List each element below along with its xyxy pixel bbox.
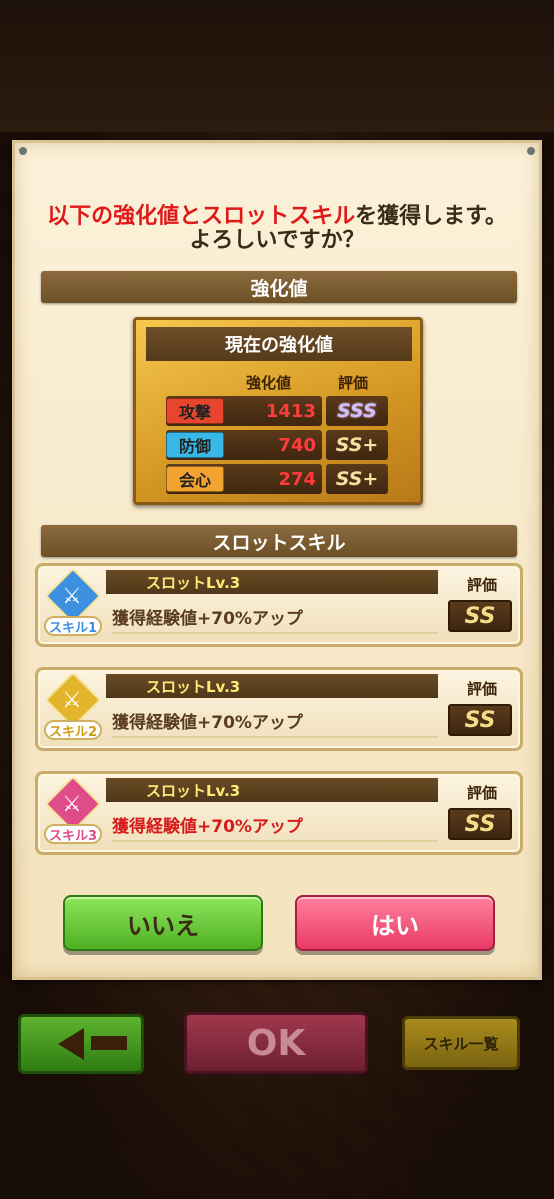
eval-label: 評価	[466, 576, 497, 594]
ok-button[interactable]: OK	[184, 1012, 368, 1074]
nail-icon	[19, 147, 27, 155]
col-label-grade: 評価	[338, 374, 369, 392]
confirm-question: 以下の強化値とスロットスキルを獲得します。 よろしいですか？	[15, 205, 539, 253]
skill-icon: ⚔ スキル3	[44, 775, 102, 846]
stat-value-defense: 740	[278, 434, 316, 456]
eval-label: 評価	[466, 680, 497, 698]
slot-level: スロットLv.3	[106, 674, 438, 698]
stat-value-critical: 274	[278, 468, 316, 490]
stat-grade-defense: SS+	[326, 430, 388, 460]
skill-tag: スキル1	[44, 616, 102, 636]
skill-card-2: ⚔ スキル2 スロットLv.3 獲得経験値+70%アップ 評価 SS	[35, 667, 523, 751]
question-text: を獲得します。	[355, 204, 507, 229]
slot-level: スロットLv.3	[106, 778, 438, 802]
nail-icon	[527, 147, 535, 155]
yes-button[interactable]: はい	[295, 895, 495, 951]
section-header-slot-skill: スロットスキル	[41, 525, 517, 557]
skill-icon: ⚔ スキル2	[44, 671, 102, 742]
sword-icon: ⚔	[62, 792, 82, 817]
stat-value-attack: 1413	[265, 400, 316, 422]
stat-name-defense: 防御	[166, 432, 224, 458]
skill-icon: ⚔ スキル1	[44, 567, 102, 638]
stat-grade-attack: SSS	[326, 396, 388, 426]
slot-level: スロットLv.3	[106, 570, 438, 594]
question-highlight: 以下の強化値とスロットスキル	[47, 204, 356, 229]
skill-list-button[interactable]: スキル一覧	[402, 1016, 520, 1070]
stat-grade-critical: SS+	[326, 464, 388, 494]
section-header-boost: 強化値	[41, 271, 517, 303]
back-button[interactable]	[18, 1014, 144, 1074]
top-bar	[0, 0, 554, 132]
back-arrow-icon	[58, 1028, 84, 1060]
skill-tag: スキル3	[44, 824, 102, 844]
confirm-dialog: 以下の強化値とスロットスキルを獲得します。 よろしいですか？ 強化値 現在の強化…	[12, 140, 542, 980]
back-arrow-shaft	[91, 1036, 127, 1050]
skill-card-3: ⚔ スキル3 スロットLv.3 獲得経験値+70%アップ 評価 SS	[35, 771, 523, 855]
skill-effect: 獲得経験値+70%アップ	[112, 600, 438, 634]
eval-label: 評価	[466, 784, 497, 802]
no-button[interactable]: いいえ	[63, 895, 263, 951]
skill-grade: SS	[448, 704, 512, 736]
current-boost-panel: 現在の強化値 強化値 評価 攻撃 1413 SSS 防御 740 SS+ 会心 …	[133, 317, 423, 505]
skill-effect: 獲得経験値+70%アップ	[112, 808, 438, 842]
col-label-value: 強化値	[246, 374, 292, 392]
sword-icon: ⚔	[62, 688, 82, 713]
skill-grade: SS	[448, 600, 512, 632]
skill-effect: 獲得経験値+70%アップ	[112, 704, 438, 738]
skill-grade: SS	[448, 808, 512, 840]
sword-icon: ⚔	[62, 584, 82, 609]
skill-card-1: ⚔ スキル1 スロットLv.3 獲得経験値+70%アップ 評価 SS	[35, 563, 523, 647]
stat-name-critical: 会心	[166, 466, 224, 492]
stat-row-critical: 会心 274 SS+	[166, 464, 388, 494]
stat-name-attack: 攻撃	[166, 398, 224, 424]
question-line2: よろしいですか？	[189, 228, 365, 253]
stat-row-defense: 防御 740 SS+	[166, 430, 388, 460]
stat-row-attack: 攻撃 1413 SSS	[166, 396, 388, 426]
skill-tag: スキル2	[44, 720, 102, 740]
current-boost-header: 現在の強化値	[146, 327, 412, 361]
